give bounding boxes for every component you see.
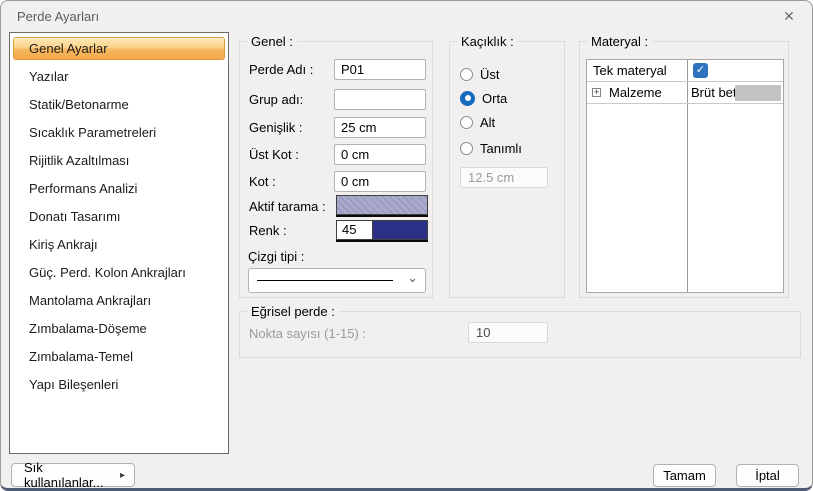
settings-category-list: Genel Ayarlar Yazılar Statik/Betonarme S… xyxy=(9,32,229,454)
perde-ayarlari-dialog: Perde Ayarları ✕ Genel Ayarlar Yazılar S… xyxy=(0,0,813,491)
radio-tanimli-circle[interactable] xyxy=(460,141,473,155)
genel-legend: Genel : xyxy=(247,34,297,49)
renk-picker[interactable]: 45 xyxy=(336,220,428,240)
sidebar-item-donati-tasarimi[interactable]: Donatı Tasarımı xyxy=(10,203,228,231)
materyal-legend: Materyal : xyxy=(587,34,653,49)
tanimli-value-input xyxy=(460,167,548,188)
renk-color-swatch[interactable] xyxy=(373,221,427,239)
malzeme-label: Malzeme xyxy=(609,85,662,100)
sidebar-item-zimbalama-doseme[interactable]: Zımbalama-Döşeme xyxy=(10,315,228,343)
genel-groupbox: Genel : Perde Adı : Grup adı: Genişlik :… xyxy=(239,34,433,298)
kot-label: Kot : xyxy=(249,174,276,189)
table-row-malzeme: + Malzeme Brüt beton xyxy=(587,82,783,104)
sidebar-item-guc-perd-kolon-ankrajlari[interactable]: Güç. Perd. Kolon Ankrajları xyxy=(10,259,228,287)
nokta-sayisi-input xyxy=(468,322,548,343)
materyal-groupbox: Materyal : Tek materyal ✓ + Malzeme Brüt… xyxy=(579,34,789,298)
kaciklik-legend: Kaçıklık : xyxy=(457,34,518,49)
kaciklik-groupbox: Kaçıklık : Üst Orta Alt Tanımlı xyxy=(449,34,565,298)
cizgi-tipi-label: Çizgi tipi : xyxy=(248,249,305,264)
radio-orta[interactable]: Orta xyxy=(460,90,507,106)
materyal-table: Tek materyal ✓ + Malzeme Brüt beton xyxy=(586,59,784,293)
sidebar-item-yazilar[interactable]: Yazılar xyxy=(10,63,228,91)
hatch-pattern-preview xyxy=(337,196,427,214)
sidebar-item-sicaklik-parametreleri[interactable]: Sıcaklık Parametreleri xyxy=(10,119,228,147)
aktif-tarama-label: Aktif tarama : xyxy=(249,199,326,214)
malzeme-swatch[interactable] xyxy=(735,85,781,101)
line-type-preview xyxy=(257,280,393,281)
sidebar-item-performans-analizi[interactable]: Performans Analizi xyxy=(10,175,228,203)
expand-icon[interactable]: + xyxy=(592,88,601,97)
egrisel-perde-groupbox: Eğrisel perde : Nokta sayısı (1-15) : xyxy=(239,304,801,358)
tek-materyal-checkbox[interactable]: ✓ xyxy=(693,63,708,78)
sik-kullanilanlar-label: Sık kullanılanlar... xyxy=(24,460,104,490)
perde-adi-input[interactable] xyxy=(334,59,426,80)
aktif-tarama-swatch[interactable] xyxy=(336,195,428,215)
radio-orta-circle[interactable] xyxy=(460,90,475,106)
chevron-down-icon: ⌄ xyxy=(407,270,418,285)
kot-input[interactable] xyxy=(334,171,426,192)
radio-alt-label: Alt xyxy=(480,114,496,130)
sidebar-item-mantolama-ankrajlari[interactable]: Mantolama Ankrajları xyxy=(10,287,228,315)
ust-kot-input[interactable] xyxy=(334,144,426,165)
radio-orta-label: Orta xyxy=(482,90,508,106)
cizgi-tipi-dropdown[interactable]: ⌄ xyxy=(248,268,426,293)
genislik-input[interactable] xyxy=(334,117,426,138)
radio-alt[interactable]: Alt xyxy=(460,114,495,130)
grup-adi-label: Grup adı: xyxy=(249,92,304,107)
sidebar-item-kiris-ankraji[interactable]: Kiriş Ankrajı xyxy=(10,231,228,259)
tamam-button[interactable]: Tamam xyxy=(653,464,716,487)
renk-label: Renk : xyxy=(249,223,287,238)
radio-tanimli-label: Tanımlı xyxy=(480,140,522,156)
titlebar: Perde Ayarları ✕ xyxy=(1,1,812,31)
grup-adi-input[interactable] xyxy=(334,89,426,110)
sidebar-item-zimbalama-temel[interactable]: Zımbalama-Temel xyxy=(10,343,228,371)
dialog-title: Perde Ayarları xyxy=(17,9,100,24)
ust-kot-label: Üst Kot : xyxy=(249,147,299,162)
table-row-tek-materyal: Tek materyal ✓ xyxy=(587,60,783,82)
genislik-label: Genişlik : xyxy=(249,120,303,135)
egrisel-legend: Eğrisel perde : xyxy=(247,304,339,319)
nokta-sayisi-label: Nokta sayısı (1-15) : xyxy=(249,326,367,341)
close-icon[interactable]: ✕ xyxy=(778,6,800,26)
renk-number[interactable]: 45 xyxy=(337,221,373,239)
radio-ust-circle[interactable] xyxy=(460,67,473,81)
radio-ust-label: Üst xyxy=(480,66,500,82)
radio-alt-circle[interactable] xyxy=(460,115,473,129)
radio-ust[interactable]: Üst xyxy=(460,66,500,82)
sik-kullanilanlar-button[interactable]: Sık kullanılanlar... ▸ xyxy=(11,460,135,490)
perde-adi-label: Perde Adı : xyxy=(249,62,314,77)
sidebar-item-rijitlik-azaltilmasi[interactable]: Rijitlik Azaltılması xyxy=(10,147,228,175)
sidebar-item-genel-ayarlar[interactable]: Genel Ayarlar xyxy=(13,37,225,60)
radio-tanimli[interactable]: Tanımlı xyxy=(460,140,522,156)
tek-materyal-label: Tek materyal xyxy=(593,63,667,78)
sidebar-item-statik-betonarme[interactable]: Statik/Betonarme xyxy=(10,91,228,119)
sidebar-item-yapi-bilesenleri[interactable]: Yapı Bileşenleri xyxy=(10,371,228,399)
iptal-button[interactable]: İptal xyxy=(736,464,799,487)
arrow-right-icon: ▸ xyxy=(119,469,125,481)
